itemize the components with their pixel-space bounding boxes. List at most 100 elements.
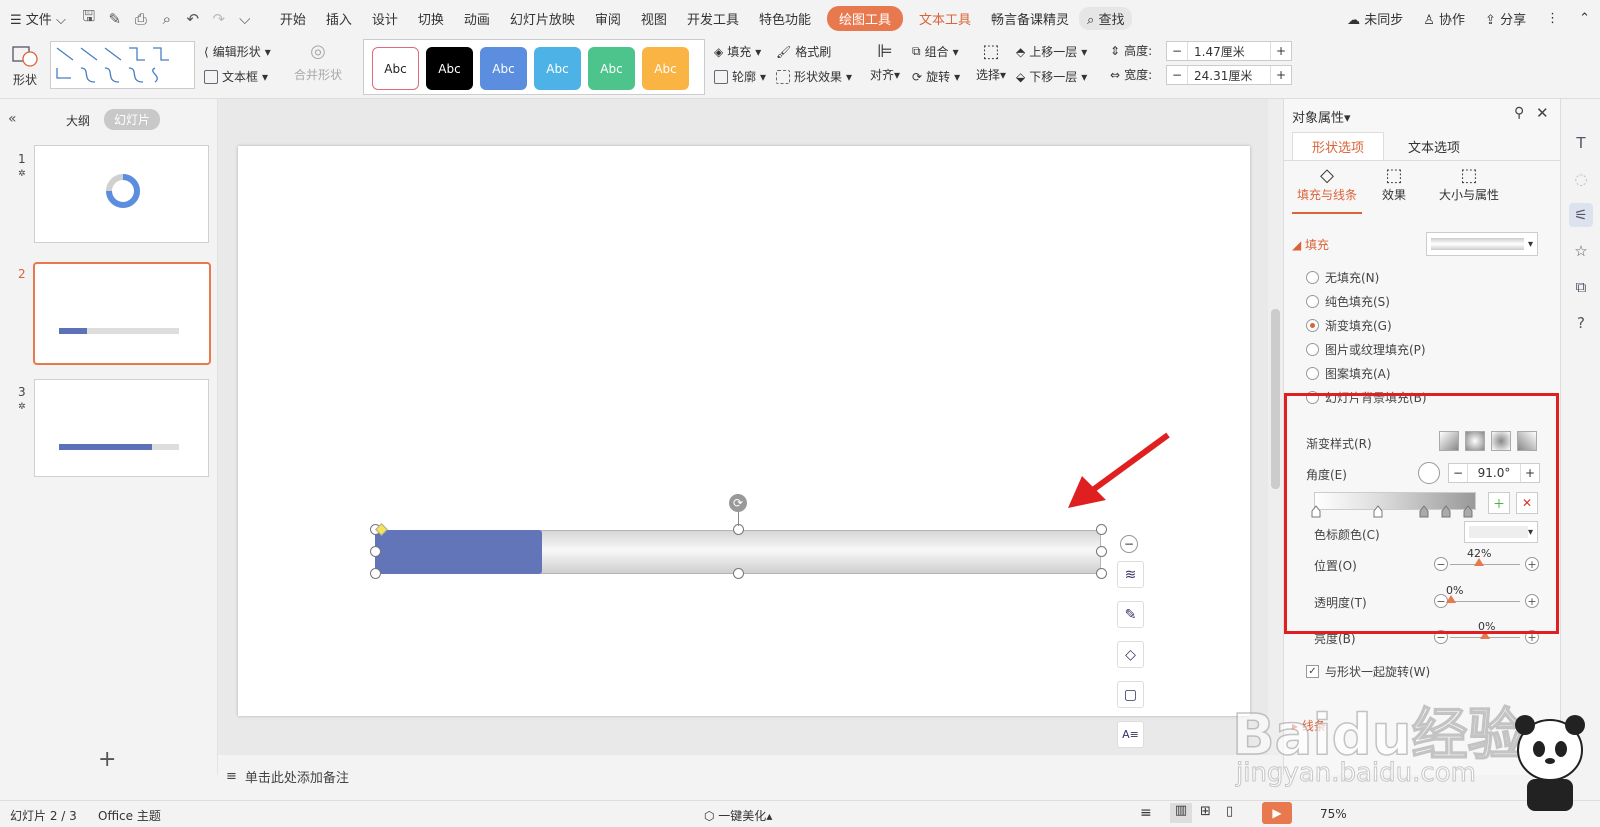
height-stepper[interactable]: − 1.47厘米 + [1166, 41, 1292, 61]
close-icon[interactable]: ✕ [1536, 104, 1549, 122]
resize-handle-l[interactable] [370, 546, 381, 557]
width-minus[interactable]: − [1167, 68, 1187, 82]
height-minus[interactable]: − [1167, 44, 1187, 58]
save-icon[interactable]: 🖫 [78, 7, 100, 30]
pen-icon[interactable]: ✎ [1117, 601, 1144, 628]
tab-slides[interactable]: 幻灯片 [104, 109, 161, 130]
resize-handle-r[interactable] [1096, 546, 1107, 557]
style-swatch-2[interactable]: Abc [426, 47, 473, 90]
send-backward-button[interactable]: ⬙ 下移一层 ▾ [1016, 68, 1087, 85]
rotate-with-shape-checkbox[interactable]: ✓ 与形状一起旋转(W) [1306, 663, 1430, 680]
style-swatch-5[interactable]: Abc [588, 47, 635, 90]
tab-slideshow[interactable]: 幻灯片放映 [500, 9, 585, 28]
collapse-minus-icon[interactable]: − [1120, 535, 1138, 553]
width-stepper[interactable]: − 24.31厘米 + [1166, 65, 1292, 85]
textbox-button[interactable]: 文本框 ▾ [204, 68, 268, 85]
tab-special[interactable]: 特色功能 [749, 9, 821, 28]
height-value[interactable]: 1.47厘米 [1187, 42, 1271, 60]
tab-transition[interactable]: 切换 [408, 9, 454, 28]
collapse-pane-icon[interactable]: « [8, 111, 17, 127]
tab-review[interactable]: 审阅 [585, 9, 631, 28]
redo-icon[interactable]: ↷ [208, 8, 230, 30]
subtab-effect[interactable]: ⬚ 效果 [1364, 165, 1424, 211]
canvas-scrollbar[interactable] [1268, 99, 1283, 755]
reading-view-icon[interactable]: ▯ [1226, 804, 1233, 819]
rotate-button[interactable]: ⟳ 旋转 ▾ [912, 68, 960, 85]
collapse-icon[interactable]: ⌃ [1569, 11, 1600, 26]
print-icon[interactable]: ⎙ [130, 8, 152, 30]
edit-shape-button[interactable]: ⟨ 编辑形状 ▾ [204, 43, 271, 60]
resize-handle-b[interactable] [733, 568, 744, 579]
bring-forward-button[interactable]: ⬘ 上移一层 ▾ [1016, 43, 1087, 60]
tab-design[interactable]: 设计 [362, 9, 408, 28]
share-button[interactable]: ⇪ 分享 [1475, 9, 1536, 28]
notes-toggle-icon[interactable]: ≡ [1140, 805, 1152, 821]
fill-button[interactable]: ◈ 填充 ▾ [714, 43, 761, 60]
theme-name[interactable]: Office 主题 [98, 807, 161, 824]
textwrap-icon[interactable]: A≡ [1117, 721, 1144, 748]
slides-icon[interactable]: ⧉ [1569, 275, 1593, 299]
tab-text-options[interactable]: 文本选项 [1388, 132, 1480, 160]
undo-icon[interactable]: ↶ [182, 8, 204, 30]
add-slide-button[interactable]: + [98, 747, 116, 772]
slide-thumb-3[interactable] [34, 379, 209, 477]
shape-gallery[interactable] [50, 41, 195, 89]
more-icon[interactable]: ⌵ [234, 8, 256, 30]
beautify-button[interactable]: ⬡ 一键美化▴ [704, 807, 772, 824]
frame-icon[interactable]: ▢ [1117, 681, 1144, 708]
star-icon[interactable]: ☆ [1569, 239, 1593, 263]
panel-title[interactable]: 对象属性▾ [1292, 107, 1351, 126]
radio-pattern-fill[interactable]: 图案填充(A) [1306, 365, 1391, 382]
outline-button[interactable]: 轮廓 ▾ [714, 68, 766, 85]
merge-shape-button[interactable]: ◎ 合并形状 [294, 41, 342, 83]
radio-no-fill[interactable]: 无填充(N) [1306, 269, 1379, 286]
sync-button[interactable]: ☁ 未同步 [1337, 9, 1413, 28]
bulb-icon[interactable]: ◌ [1569, 167, 1593, 191]
progress-fill-shape[interactable] [375, 530, 542, 574]
tab-developer[interactable]: 开发工具 [677, 9, 749, 28]
resize-handle-br[interactable] [1096, 568, 1107, 579]
radio-solid-fill[interactable]: 纯色填充(S) [1306, 293, 1390, 310]
width-value[interactable]: 24.31厘米 [1187, 66, 1271, 84]
layers-icon[interactable]: ≋ [1117, 561, 1144, 588]
radio-picture-fill[interactable]: 图片或纹理填充(P) [1306, 341, 1426, 358]
format-brush-button[interactable]: 🖌 格式刷 [776, 43, 831, 60]
tab-view[interactable]: 视图 [631, 9, 677, 28]
notes-bar[interactable]: ≡ 单击此处添加备注 [218, 762, 1268, 790]
fill-gradient-dropdown[interactable]: ▾ [1426, 232, 1538, 256]
align-button[interactable]: ⊫ 对齐▾ [870, 41, 900, 83]
shape-button[interactable]: 形状 [10, 43, 40, 88]
subtab-size[interactable]: ⬚ 大小与属性 [1424, 165, 1514, 211]
tab-outline[interactable]: 大纲 [66, 112, 90, 129]
normal-view-icon[interactable]: ▥ [1170, 803, 1192, 823]
style-swatch-3[interactable]: Abc [480, 47, 527, 90]
width-plus[interactable]: + [1271, 68, 1291, 82]
select-button[interactable]: ⬚ 选择▾ [976, 41, 1006, 83]
slide-thumb-2[interactable] [33, 262, 211, 365]
file-menu[interactable]: ☰ 文件 ⌵ [0, 9, 76, 28]
style-swatch-1[interactable]: Abc [372, 47, 419, 90]
preview-icon[interactable]: ⌕ [156, 8, 178, 30]
tab-text-tools[interactable]: 文本工具 [909, 9, 981, 28]
rotate-handle-icon[interactable]: ⟳ [729, 494, 747, 512]
text-icon[interactable]: T [1569, 131, 1593, 155]
tab-animation[interactable]: 动画 [454, 9, 500, 28]
tab-home[interactable]: 开始 [270, 9, 316, 28]
search-button[interactable]: ⌕ 查找 [1079, 7, 1133, 30]
more-menu-icon[interactable]: ⋮ [1536, 11, 1569, 26]
shape-effect-button[interactable]: 形状效果 ▾ [776, 68, 852, 85]
height-plus[interactable]: + [1271, 44, 1291, 58]
help-icon[interactable]: ? [1569, 311, 1593, 335]
sorter-view-icon[interactable]: ⊞ [1200, 804, 1211, 819]
resize-handle-bl[interactable] [370, 568, 381, 579]
pin-icon[interactable]: ⚲ [1514, 105, 1524, 121]
tab-drawing-tools[interactable]: 绘图工具 [826, 6, 903, 31]
subtab-fill-line[interactable]: ◇ 填充与线条 [1292, 165, 1362, 211]
slide-thumb-1[interactable] [34, 145, 209, 243]
zoom-level[interactable]: 75% [1320, 807, 1347, 821]
tab-insert[interactable]: 插入 [316, 9, 362, 28]
style-swatch-4[interactable]: Abc [534, 47, 581, 90]
collab-button[interactable]: ♙ 协作 [1413, 9, 1475, 28]
style-swatch-6[interactable]: Abc [642, 47, 689, 90]
resize-handle-tr[interactable] [1096, 524, 1107, 535]
